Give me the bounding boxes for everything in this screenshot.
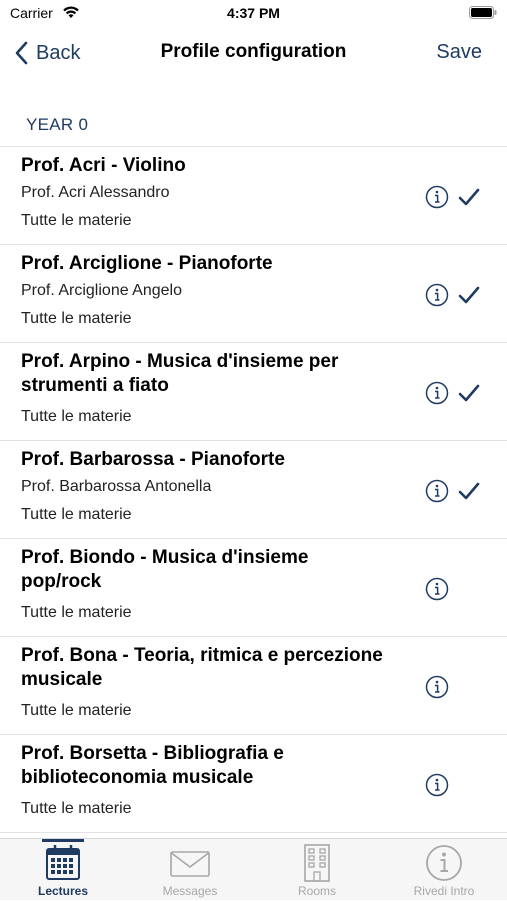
info-icon[interactable] — [425, 381, 449, 405]
item-title: Prof. Borsetta - Bibliografia e bibliote… — [21, 743, 284, 788]
info-icon[interactable] — [425, 577, 449, 601]
section-header: YEAR 0 — [26, 115, 89, 134]
item-subtitle: Prof. Barbarossa Antonella — [21, 478, 212, 495]
item-materie: Tutte le materie — [21, 604, 132, 621]
item-materie: Tutte le materie — [21, 506, 132, 523]
item-materie: Tutte le materie — [21, 408, 132, 425]
envelope-icon — [170, 851, 210, 877]
list-item[interactable]: Prof. Biondo - Musica d'insieme pop/rock… — [0, 539, 507, 637]
info-icon[interactable] — [425, 479, 449, 503]
item-materie: Tutte le materie — [21, 800, 132, 817]
item-materie: Tutte le materie — [21, 310, 132, 327]
info-icon[interactable] — [425, 185, 449, 209]
navigation-bar: Back Profile configuration Save — [0, 30, 507, 76]
item-title: Prof. Bona - Teoria, ritmica e percezion… — [21, 645, 383, 690]
info-icon[interactable] — [425, 773, 449, 797]
calendar-icon — [46, 845, 80, 880]
list-item[interactable]: Prof. Arciglione - Pianoforte Prof. Arci… — [0, 245, 507, 343]
clock: 4:37 PM — [227, 5, 280, 21]
status-bar: Carrier 4:37 PM — [0, 0, 507, 28]
checkmark-icon — [458, 384, 480, 402]
tab-rivedi-intro[interactable]: Rivedi Intro — [381, 839, 507, 901]
page-title: Profile configuration — [160, 41, 347, 62]
active-tab-indicator — [42, 839, 84, 842]
item-materie: Tutte le materie — [21, 702, 132, 719]
building-icon — [304, 844, 330, 882]
info-icon[interactable] — [425, 675, 449, 699]
tab-label: Lectures — [37, 884, 89, 898]
tab-bar: Lectures Messages Rooms Rivedi Intro — [0, 838, 507, 900]
item-title: Prof. Acri - Violino — [21, 155, 186, 176]
list-item[interactable]: Prof. Arpino - Musica d'insieme per stru… — [0, 343, 507, 441]
checkmark-icon — [458, 286, 480, 304]
tab-lectures[interactable]: Lectures — [0, 839, 126, 901]
info-icon — [426, 845, 462, 881]
tab-label: Rivedi Intro — [413, 884, 475, 898]
item-title: Prof. Arpino - Musica d'insieme per stru… — [21, 351, 339, 396]
item-title: Prof. Arciglione - Pianoforte — [21, 253, 273, 274]
teacher-list: Prof. Acri - Violino Prof. Acri Alessand… — [0, 147, 507, 833]
tab-rooms[interactable]: Rooms — [254, 839, 380, 901]
item-subtitle: Prof. Arciglione Angelo — [21, 282, 182, 299]
checkmark-icon — [458, 188, 480, 206]
item-title: Prof. Barbarossa - Pianoforte — [21, 449, 285, 470]
list-item[interactable]: Prof. Borsetta - Bibliografia e bibliote… — [0, 735, 507, 833]
list-item[interactable]: Prof. Bona - Teoria, ritmica e percezion… — [0, 637, 507, 735]
save-button[interactable]: Save — [436, 41, 482, 64]
tab-label: Messages — [162, 884, 218, 898]
list-item[interactable]: Prof. Acri - Violino Prof. Acri Alessand… — [0, 147, 507, 245]
item-subtitle: Prof. Acri Alessandro — [21, 184, 170, 201]
list-item[interactable]: Prof. Barbarossa - Pianoforte Prof. Barb… — [0, 441, 507, 539]
checkmark-icon — [458, 482, 480, 500]
tab-messages[interactable]: Messages — [127, 839, 253, 901]
item-materie: Tutte le materie — [21, 212, 132, 229]
item-title: Prof. Biondo - Musica d'insieme pop/rock — [21, 547, 309, 592]
battery-icon — [469, 6, 497, 19]
tab-label: Rooms — [297, 884, 336, 898]
info-icon[interactable] — [425, 283, 449, 307]
